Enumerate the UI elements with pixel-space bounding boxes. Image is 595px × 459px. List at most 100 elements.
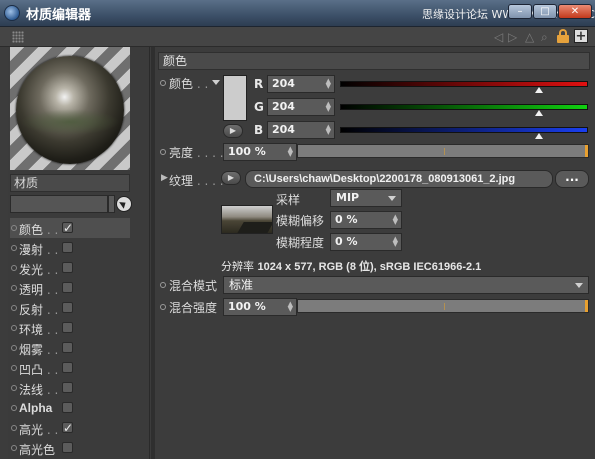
green-value-input[interactable]: 204 ▲ ▼ [267,98,335,116]
grip-icon[interactable] [12,31,24,43]
channel-item-fog[interactable]: 烟雾 . . [10,338,130,358]
channel-dot [11,425,17,431]
close-button[interactable]: ✕ [558,4,592,19]
channel-checkbox[interactable] [62,302,73,313]
brightness-label-dots: . . . . [193,146,224,160]
blue-value-input[interactable]: 204 ▲ ▼ [267,121,335,139]
brightness-value: 100 % [228,145,266,158]
channel-item-alpha[interactable]: Alpha [10,398,130,418]
red-slider[interactable] [340,81,588,93]
channel-checkbox[interactable] [62,342,73,353]
slider-end-marker [585,300,588,312]
spinner-arrows-icon[interactable]: ▲ ▼ [288,301,293,313]
material-name-dropdown[interactable] [108,195,115,213]
spinner-arrows-icon[interactable]: ▲ ▼ [288,146,293,158]
maximize-button[interactable]: □ [533,4,557,19]
attributes-panel: 颜色 颜色 . . ▶ R 204 ▲ ▼ G 204 ▲ ▼ B 204 ▲ ▼ 亮… [155,47,595,459]
channel-dot [11,245,17,251]
channel-dots: . . [43,383,59,397]
lock-icon[interactable] [557,29,569,43]
blur-degree-input[interactable]: 0 % ▲ ▼ [330,233,402,251]
channel-dots: . . [43,223,59,237]
blue-slider[interactable] [340,127,588,139]
channel-dot [11,265,17,271]
red-slider-knob[interactable] [535,87,544,93]
spinner-arrows-icon[interactable]: ▲ ▼ [326,78,331,90]
mix-mode-anim-dot[interactable] [160,282,166,288]
up-arrow-icon[interactable]: △ [525,29,534,45]
channel-checkbox[interactable] [62,402,73,413]
brightness-label: 亮度 [169,146,194,160]
channel-checkbox[interactable]: ✓ [62,222,73,234]
slider-tick [444,303,445,310]
blur-offset-input[interactable]: 0 % ▲ ▼ [330,211,402,229]
color-expand-button[interactable]: ▶ [223,124,243,138]
texture-more-button[interactable]: ... [555,170,589,188]
channel-item-environment[interactable]: 环境 . . [10,318,130,338]
color-label-dots: . . [193,77,209,91]
channel-label: 凹凸 [19,363,44,377]
channel-item-reflection[interactable]: 反射 . . [10,298,130,318]
brightness-input[interactable]: 100 % ▲ ▼ [223,143,297,161]
new-panel-button[interactable]: + [574,29,588,44]
channel-item-color[interactable]: 颜色 . . ✓ [10,218,130,238]
brightness-slider[interactable] [297,144,589,158]
red-value: 204 [272,77,295,90]
brightness-anim-dot[interactable] [160,149,166,155]
resolution-value: 1024 x 577, RGB (8 位), sRGB IEC61966-2.1 [257,261,482,273]
channel-dot [11,325,17,331]
search-icon[interactable]: ⌕ [541,29,548,45]
spinner-arrows-icon[interactable]: ▲ ▼ [393,236,398,248]
channel-checkbox[interactable] [62,282,73,293]
texture-thumbnail[interactable] [221,205,273,234]
red-value-input[interactable]: 204 ▲ ▼ [267,75,335,93]
mix-strength-slider[interactable] [297,299,589,313]
channel-checkbox[interactable] [62,362,73,373]
spinner-arrows-icon[interactable]: ▲ ▼ [393,214,398,226]
channel-item-normal[interactable]: 法线 . . [10,378,130,398]
mix-strength-input[interactable]: 100 % ▲ ▼ [223,298,297,316]
pick-cursor-icon[interactable] [116,196,132,212]
color-anim-dot[interactable] [160,80,166,86]
channel-item-specular-color[interactable]: 高光色 [10,438,130,458]
texture-path-field[interactable]: C:\Users\chaw\Desktop\2200178_080913061_… [245,170,553,188]
channel-checkbox[interactable] [62,382,73,393]
channel-checkbox[interactable] [62,242,73,253]
color-swatch[interactable] [223,75,247,121]
material-preview[interactable] [10,47,130,170]
minimize-button[interactable]: – [508,4,532,19]
blue-channel-label: B [254,123,264,137]
channel-item-luminance[interactable]: 发光 . . [10,258,130,278]
channel-item-bump[interactable]: 凹凸 . . [10,358,130,378]
channel-label: 反射 [19,303,44,317]
mix-strength-value: 100 % [228,300,266,313]
forward-arrow-icon[interactable]: ▷ [508,29,517,45]
channel-label: 环境 [19,323,44,337]
channel-label: 漫射 [19,243,44,257]
green-slider[interactable] [340,104,588,116]
blur-degree-value: 0 % [335,235,358,248]
channel-dot [11,445,17,451]
color-mode-dropdown-icon[interactable] [212,80,220,85]
texture-expand-icon[interactable]: ▶ [161,173,168,183]
channel-item-transparency[interactable]: 透明 . . [10,278,130,298]
channel-item-diffusion[interactable]: 漫射 . . [10,238,130,258]
mix-strength-anim-dot[interactable] [160,304,166,310]
sampling-value: MIP [336,191,360,204]
sampling-select[interactable]: MIP [330,189,402,207]
mix-mode-select[interactable]: 标准 [223,276,589,294]
channel-item-specular[interactable]: 高光 . . ✓ [10,418,130,438]
blur-offset-value: 0 % [335,213,358,226]
spinner-arrows-icon[interactable]: ▲ ▼ [326,124,331,136]
green-slider-knob[interactable] [535,110,544,116]
channel-checkbox[interactable]: ✓ [62,422,73,434]
spinner-arrows-icon[interactable]: ▲ ▼ [326,101,331,113]
channel-checkbox[interactable] [62,322,73,333]
material-name-field[interactable] [10,195,108,213]
channel-checkbox[interactable] [62,442,73,453]
channel-checkbox[interactable] [62,262,73,273]
blue-slider-knob[interactable] [535,133,544,139]
toolbar: ◁ ▷ △ ⌕ + [0,27,595,47]
back-arrow-icon[interactable]: ◁ [494,29,503,45]
texture-browse-arrow-button[interactable]: ▶ [221,171,241,185]
